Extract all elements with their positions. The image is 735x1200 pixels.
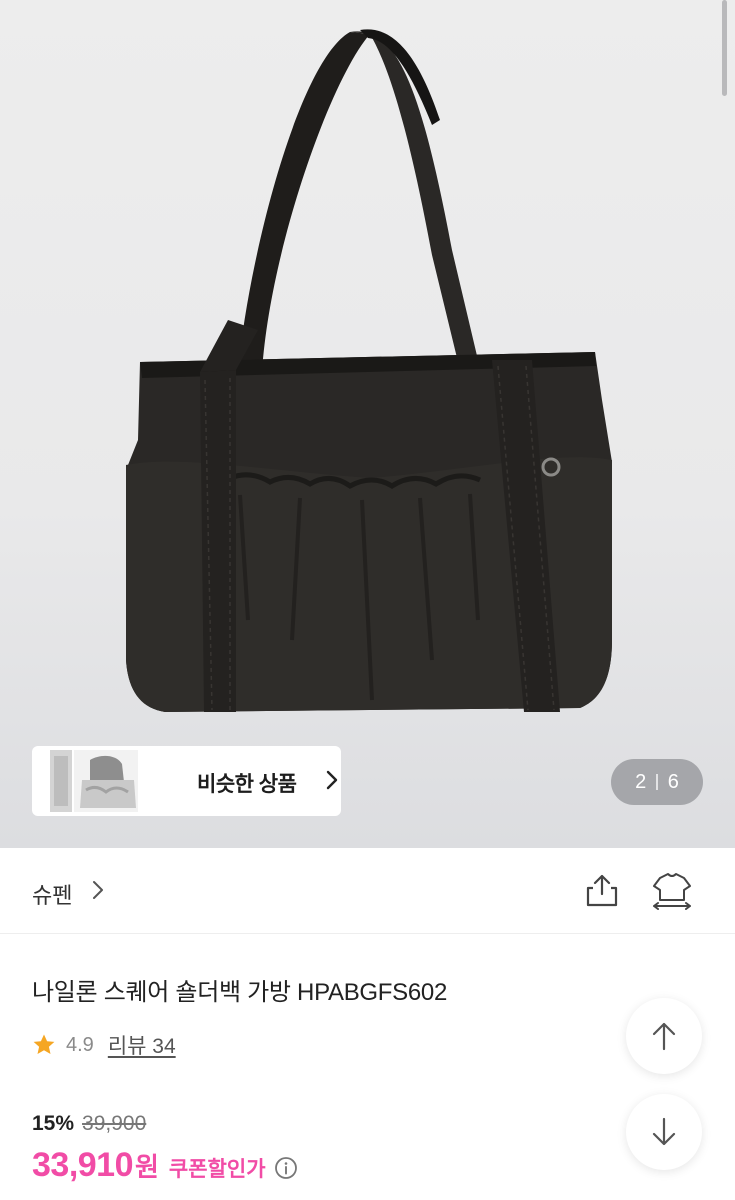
product-title: 나일론 스퀘어 숄더백 가방 HPABGFS602 xyxy=(32,979,448,1006)
sale-price-row: 33,910 원 쿠폰할인가 xyxy=(32,1146,298,1185)
scroll-up-button[interactable] xyxy=(626,998,702,1074)
size-fit-icon[interactable] xyxy=(650,872,694,910)
pager-total: 6 xyxy=(667,770,679,793)
similar-product-thumbnail xyxy=(50,750,138,812)
brand-row: 슈펜 xyxy=(0,848,735,934)
product-image xyxy=(126,29,612,712)
similar-products-label: 비슷한 상품 xyxy=(197,773,297,796)
sale-price: 33,910 xyxy=(32,1146,134,1184)
scroll-down-button[interactable] xyxy=(626,1094,702,1170)
info-icon[interactable] xyxy=(274,1156,298,1180)
arrow-up-icon xyxy=(652,1022,676,1051)
chevron-right-icon xyxy=(326,770,338,790)
product-detail-page: 비슷한 상품 2 6 슈펜 나일론 스퀘어 숄더백 가방 HPABGFS602 xyxy=(0,0,735,1200)
price-discount-row: 15% 39,900 xyxy=(32,1112,146,1136)
brand-link[interactable]: 슈펜 xyxy=(32,878,72,910)
star-icon xyxy=(33,1034,55,1054)
share-icon[interactable] xyxy=(584,872,620,908)
review-count-link[interactable]: 리뷰 34 xyxy=(108,1030,176,1060)
arrow-down-icon xyxy=(652,1117,676,1146)
chevron-right-icon[interactable] xyxy=(92,880,104,900)
pager-current: 2 xyxy=(635,770,647,793)
discount-rate: 15% xyxy=(32,1112,75,1135)
rating-row: 4.9 리뷰 34 xyxy=(32,1030,176,1060)
similar-products-button[interactable]: 비슷한 상품 xyxy=(32,746,341,816)
product-image-gallery[interactable]: 비슷한 상품 2 6 xyxy=(0,0,735,848)
currency-unit: 원 xyxy=(135,1152,159,1182)
coupon-price-label: 쿠폰할인가 xyxy=(168,1158,266,1181)
original-price: 39,900 xyxy=(82,1112,147,1135)
image-pager: 2 6 xyxy=(611,759,703,805)
rating-score: 4.9 xyxy=(66,1033,94,1056)
scrollbar[interactable] xyxy=(722,0,727,96)
pager-divider xyxy=(656,774,658,790)
